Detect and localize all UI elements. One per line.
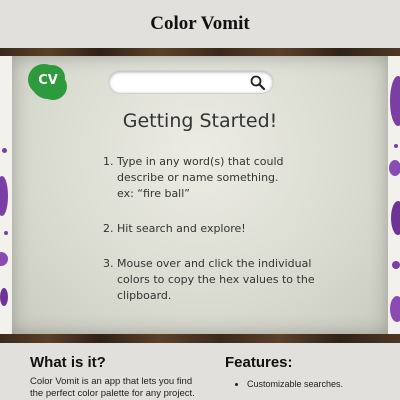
list-item: Customizable searches.	[247, 379, 343, 389]
search-icon[interactable]	[249, 74, 267, 92]
step-text: describe or name something.	[117, 171, 279, 184]
step-text: Type in any word(s) that could	[117, 155, 284, 168]
list-item: 2. Hit search and explore!	[103, 221, 353, 237]
list-item: 1. Type in any word(s) that could descri…	[103, 154, 353, 202]
about-title: What is it?	[30, 354, 106, 371]
wood-border-top	[0, 48, 400, 56]
step-text: ex: “fire ball”	[117, 187, 190, 200]
search-bar[interactable]	[108, 70, 274, 94]
getting-started-heading: Getting Started!	[122, 110, 278, 132]
search-input[interactable]	[121, 75, 247, 90]
step-number: 1.	[103, 155, 114, 168]
step-text: colors to copy the hex values to the	[117, 273, 315, 286]
info-section: What is it? Color Vomit is an app that l…	[0, 343, 400, 400]
step-text: Mouse over and click the individual	[117, 257, 312, 270]
step-text: clipboard.	[117, 289, 172, 302]
step-number: 3.	[103, 257, 114, 270]
about-text: Color Vomit is an app that lets you find…	[30, 376, 195, 399]
step-number: 2.	[103, 222, 114, 235]
features-title: Features:	[225, 354, 293, 371]
features-list: Customizable searches.	[247, 379, 343, 389]
getting-started-panel: CV Getting Started! 1. Type in any word(…	[12, 56, 388, 334]
list-item: 3. Mouse over and click the individual c…	[103, 256, 353, 304]
step-text: Hit search and explore!	[117, 222, 246, 235]
hero-section: CV Getting Started! 1. Type in any word(…	[0, 56, 400, 334]
logo-text: CV	[38, 73, 58, 88]
logo[interactable]: CV	[26, 62, 70, 102]
site-title: Color Vomit	[150, 13, 250, 34]
instructions-list: 1. Type in any word(s) that could descri…	[103, 154, 353, 323]
wood-border-bottom	[0, 334, 400, 343]
